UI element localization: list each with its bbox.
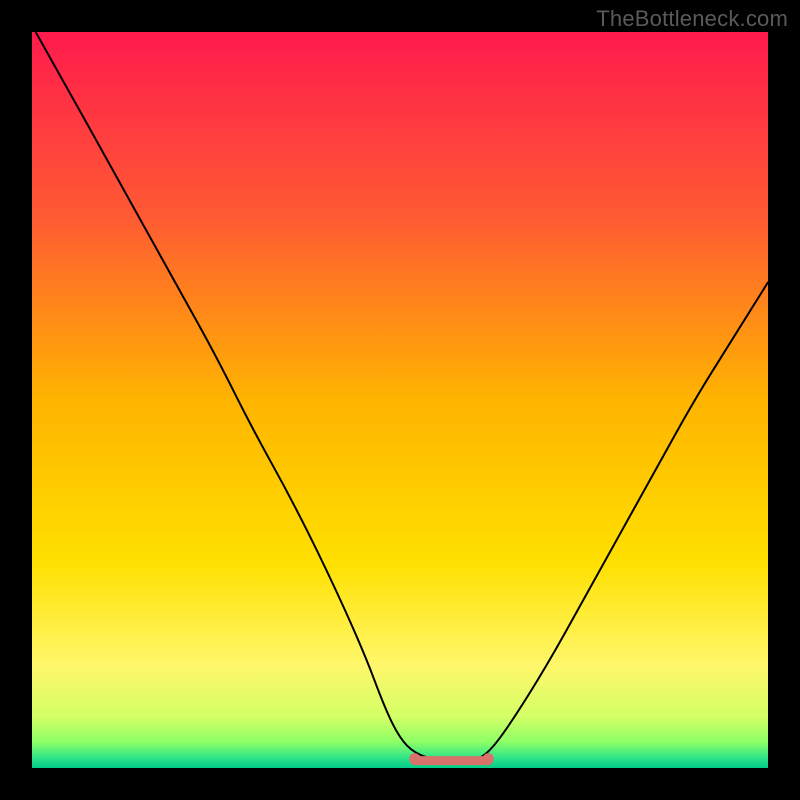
bottleneck-curve <box>36 32 768 761</box>
curve-overlay <box>32 32 768 768</box>
chart-frame: TheBottleneck.com <box>0 0 800 800</box>
watermark-text: TheBottleneck.com <box>596 6 788 32</box>
plot-area <box>32 32 768 768</box>
